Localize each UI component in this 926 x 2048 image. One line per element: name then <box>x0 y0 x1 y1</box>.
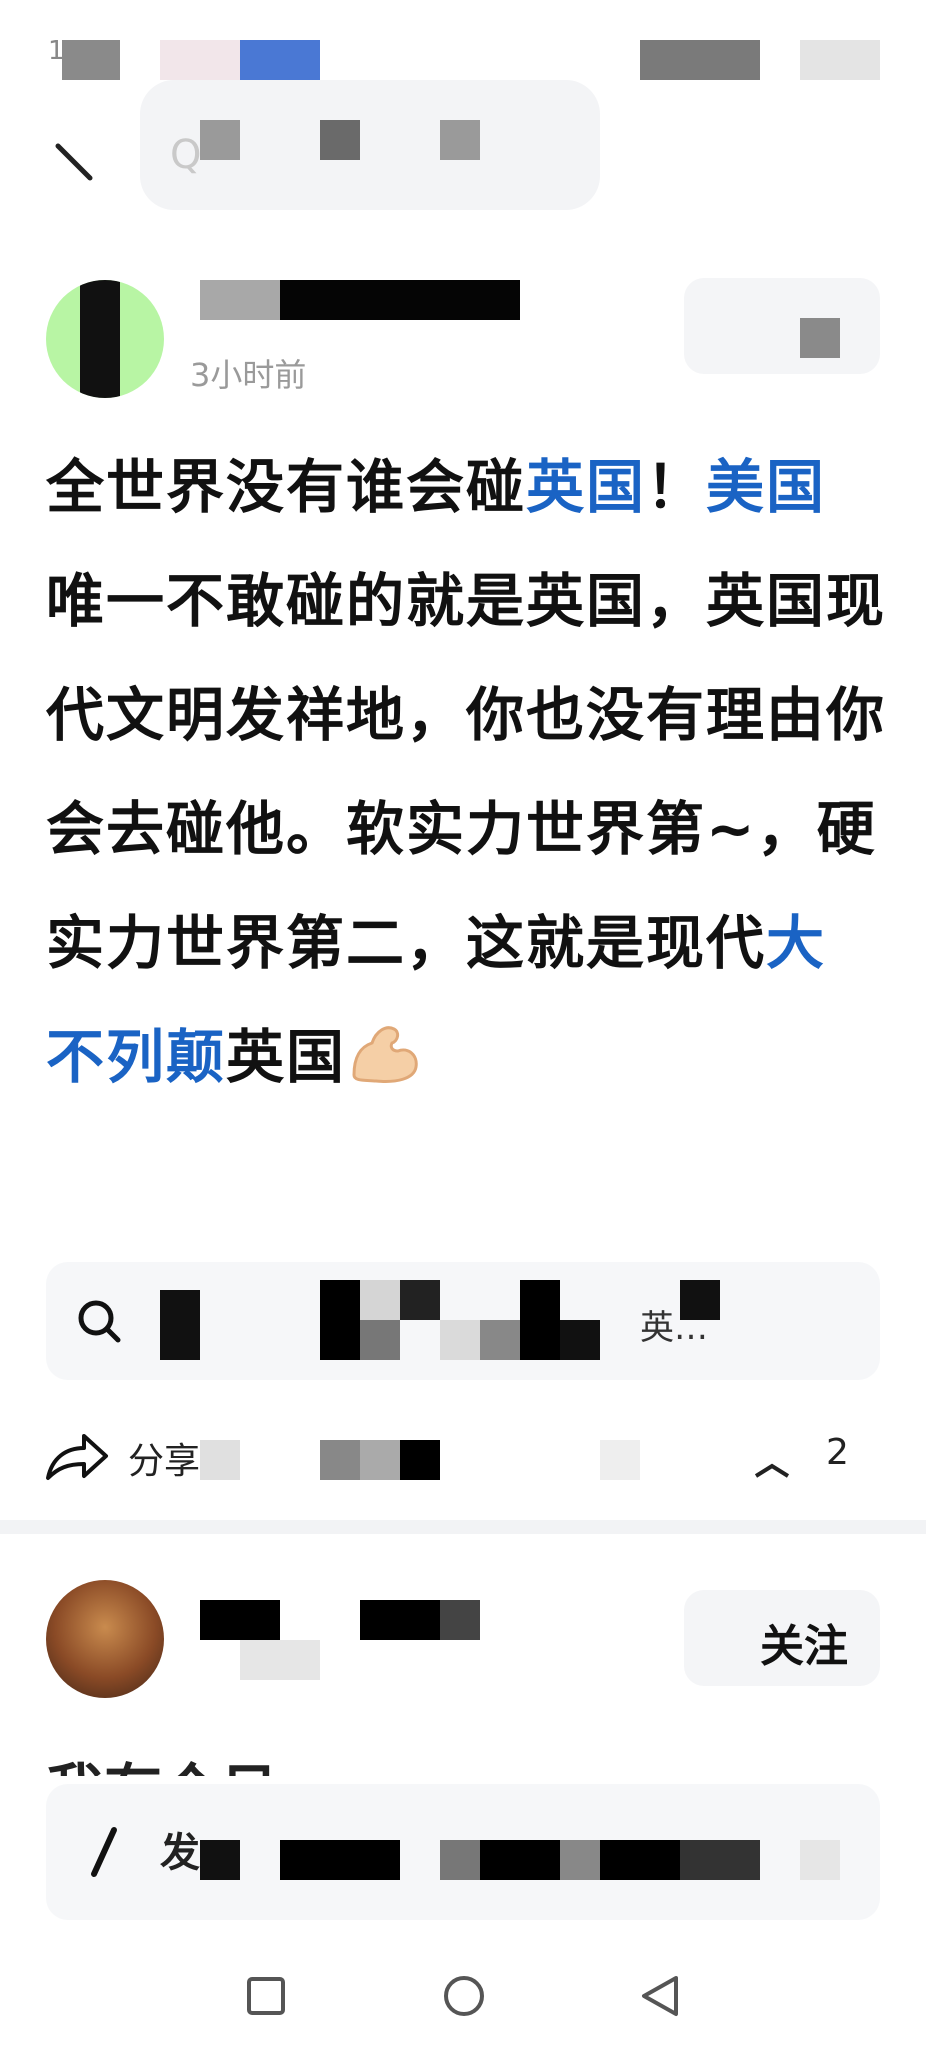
redacted-second-name-2 <box>360 1600 440 1640</box>
redacted-author-name-2 <box>280 280 520 320</box>
search-prefix: Q <box>170 132 202 178</box>
redacted-comment-6 <box>600 1840 680 1880</box>
pen-icon <box>91 1827 117 1877</box>
follow-button[interactable] <box>684 278 880 374</box>
redacted-author-name-1 <box>200 280 280 320</box>
flexed-biceps-icon <box>352 1026 418 1083</box>
nav-back-icon[interactable] <box>638 1974 682 2018</box>
redacted-related-7 <box>480 1320 520 1360</box>
redacted-related-6 <box>440 1320 480 1360</box>
recent-apps-icon[interactable] <box>246 1976 286 2016</box>
redacted-action-2 <box>320 1440 360 1480</box>
redacted-comment-3 <box>440 1840 480 1880</box>
comment-label: 发 <box>160 1830 200 1876</box>
redacted-second-name-1 <box>200 1600 280 1640</box>
redacted-status-1 <box>62 40 120 80</box>
topic-link-uk[interactable]: 英国 <box>526 453 646 521</box>
redacted-comment-4 <box>480 1840 560 1880</box>
post-body: 全世界没有谁会碰英国！美国唯一不敢碰的就是英国，英国现代文明发祥地，你也没有理由… <box>46 430 886 1114</box>
redacted-second-meta <box>240 1640 320 1680</box>
redacted-comment-8 <box>800 1840 840 1880</box>
redacted-follow-1 <box>800 318 840 358</box>
back-icon[interactable] <box>52 140 96 184</box>
body-seg-0: 全世界没有谁会碰 <box>46 453 527 521</box>
related-search-text: 英… <box>640 1308 708 1348</box>
redacted-related-3 <box>360 1280 400 1320</box>
redacted-action-5 <box>600 1440 640 1480</box>
author-avatar[interactable] <box>46 280 164 398</box>
post-time: 3小时前 <box>190 356 307 394</box>
redacted-comment-2 <box>280 1840 400 1880</box>
body-seg-4: 唯一不敢碰的就是英国，英国现代文明发祥地，你也没有理由你会去碰他。软实力世界第~… <box>46 567 887 977</box>
redacted-status-3 <box>240 40 320 80</box>
search-icon <box>78 1300 121 1343</box>
redacted-search-2 <box>320 120 360 160</box>
redacted-related-1 <box>160 1290 200 1360</box>
redacted-related-5 <box>400 1280 440 1320</box>
second-author-avatar[interactable] <box>46 1580 164 1698</box>
body-seg-6: 英国 <box>226 1023 347 1091</box>
redacted-search-3 <box>440 120 480 160</box>
like-count: 2 <box>826 1432 849 1473</box>
like-icon[interactable] <box>752 1452 792 1482</box>
redacted-status-4 <box>640 40 760 80</box>
redacted-action-3 <box>360 1440 400 1480</box>
post-divider <box>0 1520 926 1534</box>
redacted-related-4 <box>360 1320 400 1360</box>
second-post-peek: 我有个日 <box>46 1746 278 1776</box>
follow-label[interactable]: 关注 <box>760 1610 848 1674</box>
redacted-related-9 <box>560 1320 600 1360</box>
redacted-comment-7 <box>680 1840 760 1880</box>
redacted-comment-1 <box>200 1840 240 1880</box>
share-icon[interactable] <box>44 1428 110 1484</box>
redacted-comment-5 <box>560 1840 600 1880</box>
redacted-search-1 <box>200 120 240 160</box>
redacted-second-name-3 <box>440 1600 480 1640</box>
redacted-action-1 <box>200 1440 240 1480</box>
redacted-action-4 <box>400 1440 440 1480</box>
redacted-status-5 <box>800 40 880 80</box>
home-icon[interactable] <box>442 1974 486 2018</box>
topic-link-us[interactable]: 美国 <box>706 453 826 521</box>
redacted-status-2 <box>160 40 240 80</box>
share-label[interactable]: 分享 <box>128 1432 200 1484</box>
redacted-related-8 <box>520 1280 560 1360</box>
body-seg-2: ！ <box>646 453 707 521</box>
redacted-related-2 <box>320 1280 360 1360</box>
